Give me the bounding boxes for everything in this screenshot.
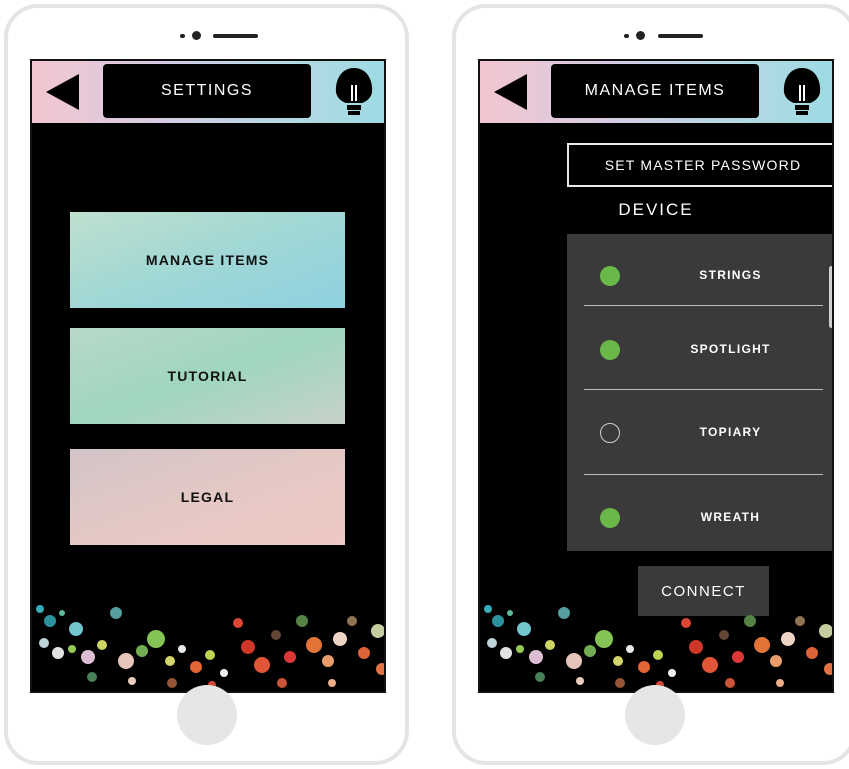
camera-dot [192, 31, 201, 40]
app-header: SETTINGS [32, 61, 384, 123]
speaker-dot-small [180, 34, 185, 38]
radio-unselected-icon[interactable] [600, 422, 620, 443]
home-button[interactable] [176, 685, 237, 745]
app-header: MANAGE ITEMS [480, 61, 832, 123]
camera-dot [636, 31, 645, 40]
device-item-topiary[interactable]: TOPIARY [567, 391, 822, 474]
back-icon[interactable] [46, 74, 79, 110]
device-name: STRINGS [699, 267, 762, 282]
scrollbar-thumb[interactable] [829, 266, 832, 328]
tutorial-label: TUTORIAL [167, 368, 248, 384]
divider [584, 305, 823, 306]
speaker-bar [658, 34, 703, 38]
device-heading: DEVICE [618, 200, 694, 219]
page-title: MANAGE ITEMS [551, 64, 759, 118]
manage-items-screen: MANAGE ITEMS SET MASTER PASSWORD DEVICE … [478, 59, 834, 693]
radio-selected-icon[interactable] [600, 265, 620, 286]
light-bulb-icon[interactable] [330, 65, 378, 119]
manage-items-button[interactable]: MANAGE ITEMS [70, 212, 345, 308]
legal-label: LEGAL [180, 489, 235, 505]
settings-screen: SETTINGS MANAGE ITEMS TUTORIAL LEGAL [30, 59, 386, 693]
speaker-dot-small [624, 34, 629, 38]
divider [584, 389, 823, 390]
radio-selected-icon[interactable] [600, 507, 620, 528]
set-master-password-button[interactable]: SET MASTER PASSWORD [567, 143, 832, 187]
home-button[interactable] [624, 685, 685, 745]
page-title: SETTINGS [103, 64, 311, 118]
manage-items-label: MANAGE ITEMS [145, 252, 270, 268]
device-item-wreath[interactable]: WREATH [567, 476, 822, 559]
radio-selected-icon[interactable] [600, 339, 620, 360]
divider [584, 474, 823, 475]
phone-frame-right: MANAGE ITEMS SET MASTER PASSWORD DEVICE … [452, 4, 849, 765]
phone-frame-left: SETTINGS MANAGE ITEMS TUTORIAL LEGAL [4, 4, 409, 765]
bokeh-lights-decoration [36, 605, 384, 689]
back-icon[interactable] [494, 74, 527, 110]
light-bulb-icon[interactable] [778, 65, 826, 119]
legal-button[interactable]: LEGAL [70, 449, 345, 545]
device-list[interactable]: STRINGS SPOTLIGHT TOPIARY WREATH [567, 234, 832, 551]
device-name: WREATH [700, 509, 761, 524]
bokeh-lights-decoration [484, 605, 832, 689]
device-item-spotlight[interactable]: SPOTLIGHT [567, 308, 822, 391]
device-name: SPOTLIGHT [690, 341, 771, 356]
device-name: TOPIARY [699, 424, 762, 439]
tutorial-button[interactable]: TUTORIAL [70, 328, 345, 424]
speaker-bar [213, 34, 258, 38]
